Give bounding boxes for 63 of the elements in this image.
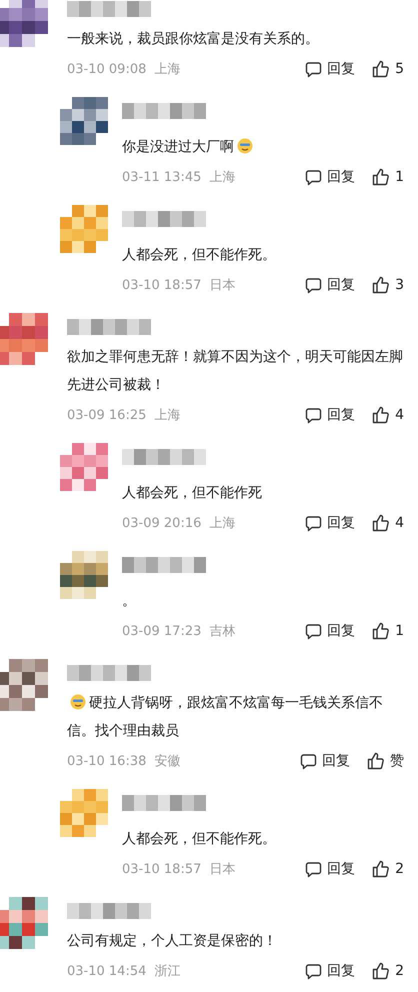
comment-location: 浙江	[154, 963, 180, 980]
comment-text: 公司有规定，个人工资是保密的！	[67, 932, 278, 951]
comment-icon[interactable]	[305, 514, 322, 532]
thumbs-up-icon[interactable]	[372, 962, 390, 980]
comment-time: 03-10 14:54	[67, 964, 146, 978]
thumbs-up-icon[interactable]	[372, 514, 390, 532]
comment-location: 吉林	[209, 623, 236, 640]
thumbs-up-icon[interactable]	[372, 60, 390, 78]
thumbs-up-icon[interactable]	[372, 276, 390, 294]
comment-text: 。	[122, 592, 137, 611]
reply-link[interactable]: 回复	[327, 60, 356, 78]
comment-text: 人都会死，但不能作死	[122, 484, 263, 503]
thumbs-up-icon[interactable]	[372, 622, 390, 640]
like-count[interactable]: 3	[395, 277, 404, 293]
comment-time: 03-10 18:57	[122, 862, 202, 876]
reply-link[interactable]: 回复	[327, 860, 356, 878]
comment-icon[interactable]	[305, 168, 322, 186]
comment-time: 03-10 09:08	[67, 62, 146, 76]
comment-time: 03-09 16:25	[67, 408, 146, 422]
comment-text: 人都会死，但不能作死。	[122, 830, 277, 849]
comment-text: 欲加之罪何患无辞！就算不因为这个，明天可能因左脚先进公司被裁！	[67, 348, 404, 395]
comment-icon[interactable]	[305, 962, 322, 980]
reply-link[interactable]: 回复	[327, 962, 356, 980]
comment-location: 安徽	[154, 753, 180, 770]
comment-time: 03-09 17:23	[122, 624, 202, 638]
like-count[interactable]: 赞	[390, 752, 404, 770]
comment-icon[interactable]	[305, 622, 322, 640]
thumbs-up-icon[interactable]	[372, 406, 390, 424]
reply-link[interactable]: 回复	[327, 168, 356, 186]
thumbs-up-icon[interactable]	[367, 752, 385, 770]
reply-link[interactable]: 回复	[327, 406, 356, 424]
comment-location: 日本	[209, 277, 236, 294]
comment-time: 03-11 13:45	[122, 170, 202, 184]
reply-link[interactable]: 回复	[327, 514, 356, 532]
reply-link[interactable]: 回复	[327, 276, 356, 294]
like-count[interactable]: 2	[395, 963, 404, 979]
thumbs-up-icon[interactable]	[372, 860, 390, 878]
comment-location: 日本	[209, 861, 236, 878]
comment-icon[interactable]	[305, 860, 322, 878]
like-count[interactable]: 4	[395, 515, 404, 531]
thumbs-up-icon[interactable]	[372, 168, 390, 186]
comment-time: 03-10 16:38	[67, 754, 146, 768]
comment-icon[interactable]	[305, 60, 322, 78]
comment-icon[interactable]	[305, 276, 322, 294]
comment-location: 上海	[154, 61, 180, 78]
comment-location: 上海	[209, 515, 236, 532]
comment-location: 上海	[154, 407, 180, 424]
like-count[interactable]: 2	[395, 861, 404, 877]
like-count[interactable]: 5	[395, 61, 404, 77]
comment-location: 上海	[209, 169, 236, 186]
comment-text: 人都会死，但不能作死。	[122, 246, 277, 265]
like-count[interactable]: 1	[395, 169, 404, 185]
comment-text: 硬拉人背锅呀，跟炫富不炫富每一毛钱关系信不信。找个理由裁员	[67, 693, 384, 741]
comment-icon[interactable]	[305, 406, 322, 424]
comment-icon[interactable]	[300, 752, 317, 770]
comment-time: 03-10 18:57	[122, 278, 202, 292]
comment-text: 你是没进过大厂啊	[122, 133, 404, 161]
reply-link[interactable]: 回复	[327, 622, 356, 640]
comment-time: 03-09 20:16	[122, 516, 202, 530]
like-count[interactable]: 1	[395, 623, 404, 639]
like-count[interactable]: 4	[395, 407, 404, 423]
comment-text: 一般来说，裁员跟你炫富是没有关系的。	[67, 30, 320, 49]
reply-link[interactable]: 回复	[322, 752, 350, 770]
